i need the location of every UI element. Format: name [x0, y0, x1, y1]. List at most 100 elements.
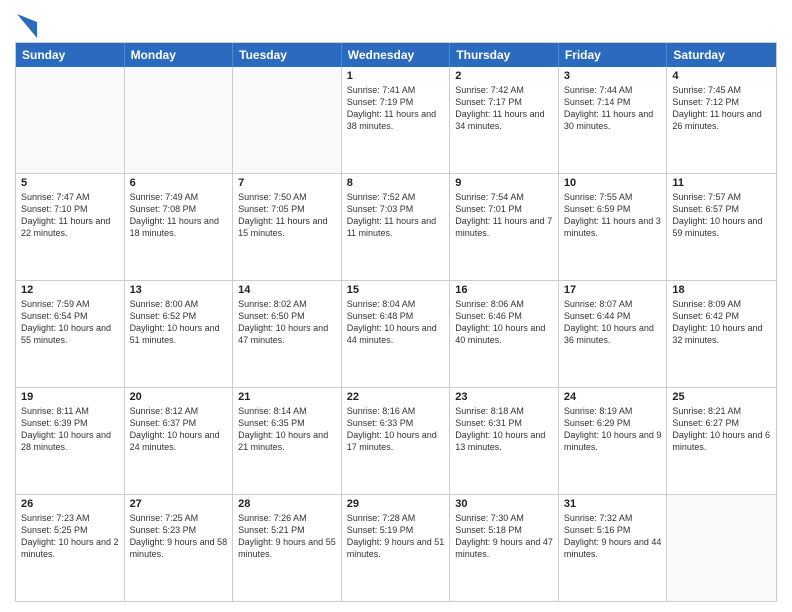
- calendar-cell: 17Sunrise: 8:07 AM Sunset: 6:44 PM Dayli…: [559, 281, 668, 387]
- calendar-cell: 29 Sunrise: 7:28 AM Sunset: 5:19 PM Dayli…: [342, 495, 451, 601]
- day-number: 29: [347, 498, 445, 510]
- header: [15, 10, 777, 36]
- day-number: 16: [455, 284, 553, 296]
- day-content: Sunrise: 7:47 AM Sunset: 7:10 PM Dayligh…: [21, 191, 119, 240]
- calendar-cell: [667, 495, 776, 601]
- calendar-cell: 14 Sunrise: 8:02 AM Sunset: 6:50 PM Dayli…: [233, 281, 342, 387]
- day-content: Sunrise: 7:28 AM Sunset: 5:19 PM Dayligh…: [347, 512, 445, 561]
- calendar-cell: 20Sunrise: 8:12 AM Sunset: 6:37 PM Dayli…: [125, 388, 234, 494]
- day-content: Sunrise: 8:14 AM Sunset: 6:35 PM Dayligh…: [238, 405, 336, 454]
- calendar-header: Sunday Monday Tuesday Wednesday Thursday…: [16, 43, 776, 67]
- day-number: 7: [238, 177, 336, 189]
- day-content: Sunrise: 7:59 AM Sunset: 6:54 PM Dayligh…: [21, 298, 119, 347]
- day-number: 1: [347, 70, 445, 82]
- calendar-cell: 28 Sunrise: 7:26 AM Sunset: 5:21 PM Dayli…: [233, 495, 342, 601]
- calendar: Sunday Monday Tuesday Wednesday Thursday…: [15, 42, 777, 602]
- calendar-cell: 13 Sunrise: 8:00 AM Sunset: 6:52 PM Dayli…: [125, 281, 234, 387]
- day-content: Sunrise: 8:04 AM Sunset: 6:48 PM Dayligh…: [347, 298, 445, 347]
- day-content: Sunrise: 8:21 AM Sunset: 6:27 PM Dayligh…: [672, 405, 771, 454]
- day-number: 21: [238, 391, 336, 403]
- day-content: Sunrise: 7:23 AM Sunset: 5:25 PM Dayligh…: [21, 512, 119, 561]
- calendar-cell: 25 Sunrise: 8:21 AM Sunset: 6:27 PM Dayli…: [667, 388, 776, 494]
- day-number: 10: [564, 177, 662, 189]
- calendar-cell: [16, 67, 125, 173]
- header-tuesday: Tuesday: [233, 43, 342, 67]
- calendar-cell: 8 Sunrise: 7:52 AM Sunset: 7:03 PM Daylig…: [342, 174, 451, 280]
- calendar-cell: 22Sunrise: 8:16 AM Sunset: 6:33 PM Dayli…: [342, 388, 451, 494]
- day-number: 28: [238, 498, 336, 510]
- calendar-body: 1 Sunrise: 7:41 AM Sunset: 7:19 PM Daylig…: [16, 67, 776, 601]
- day-content: Sunrise: 8:06 AM Sunset: 6:46 PM Dayligh…: [455, 298, 553, 347]
- page: Sunday Monday Tuesday Wednesday Thursday…: [0, 0, 792, 612]
- day-number: 19: [21, 391, 119, 403]
- calendar-cell: 9 Sunrise: 7:54 AM Sunset: 7:01 PM Daylig…: [450, 174, 559, 280]
- calendar-cell: 2 Sunrise: 7:42 AM Sunset: 7:17 PM Daylig…: [450, 67, 559, 173]
- day-number: 14: [238, 284, 336, 296]
- day-content: Sunrise: 7:44 AM Sunset: 7:14 PM Dayligh…: [564, 84, 662, 133]
- calendar-week-4: 26 Sunrise: 7:23 AM Sunset: 5:25 PM Dayli…: [16, 494, 776, 601]
- calendar-cell: [125, 67, 234, 173]
- day-number: 11: [672, 177, 771, 189]
- day-content: Sunrise: 7:49 AM Sunset: 7:08 PM Dayligh…: [130, 191, 228, 240]
- calendar-cell: 21 Sunrise: 8:14 AM Sunset: 6:35 PM Dayli…: [233, 388, 342, 494]
- calendar-cell: 30Sunrise: 7:30 AM Sunset: 5:18 PM Dayli…: [450, 495, 559, 601]
- day-number: 26: [21, 498, 119, 510]
- logo: [15, 14, 37, 36]
- day-content: Sunrise: 8:00 AM Sunset: 6:52 PM Dayligh…: [130, 298, 228, 347]
- calendar-cell: 26 Sunrise: 7:23 AM Sunset: 5:25 PM Dayli…: [16, 495, 125, 601]
- day-content: Sunrise: 7:25 AM Sunset: 5:23 PM Dayligh…: [130, 512, 228, 561]
- day-content: Sunrise: 8:02 AM Sunset: 6:50 PM Dayligh…: [238, 298, 336, 347]
- day-number: 2: [455, 70, 553, 82]
- calendar-cell: 4 Sunrise: 7:45 AM Sunset: 7:12 PM Daylig…: [667, 67, 776, 173]
- header-sunday: Sunday: [16, 43, 125, 67]
- header-wednesday: Wednesday: [342, 43, 451, 67]
- day-content: Sunrise: 8:09 AM Sunset: 6:42 PM Dayligh…: [672, 298, 771, 347]
- header-saturday: Saturday: [667, 43, 776, 67]
- day-number: 24: [564, 391, 662, 403]
- day-content: Sunrise: 7:45 AM Sunset: 7:12 PM Dayligh…: [672, 84, 771, 133]
- day-number: 9: [455, 177, 553, 189]
- calendar-cell: 24Sunrise: 8:19 AM Sunset: 6:29 PM Dayli…: [559, 388, 668, 494]
- header-monday: Monday: [125, 43, 234, 67]
- day-content: Sunrise: 7:55 AM Sunset: 6:59 PM Dayligh…: [564, 191, 662, 240]
- header-thursday: Thursday: [450, 43, 559, 67]
- calendar-cell: 3 Sunrise: 7:44 AM Sunset: 7:14 PM Daylig…: [559, 67, 668, 173]
- day-content: Sunrise: 7:52 AM Sunset: 7:03 PM Dayligh…: [347, 191, 445, 240]
- day-number: 18: [672, 284, 771, 296]
- day-content: Sunrise: 7:54 AM Sunset: 7:01 PM Dayligh…: [455, 191, 553, 240]
- day-number: 30: [455, 498, 553, 510]
- day-content: Sunrise: 7:26 AM Sunset: 5:21 PM Dayligh…: [238, 512, 336, 561]
- calendar-cell: 23 Sunrise: 8:18 AM Sunset: 6:31 PM Dayli…: [450, 388, 559, 494]
- calendar-cell: 5Sunrise: 7:47 AM Sunset: 7:10 PM Daylig…: [16, 174, 125, 280]
- day-number: 6: [130, 177, 228, 189]
- day-number: 22: [347, 391, 445, 403]
- day-number: 23: [455, 391, 553, 403]
- day-number: 17: [564, 284, 662, 296]
- calendar-cell: 6 Sunrise: 7:49 AM Sunset: 7:08 PM Daylig…: [125, 174, 234, 280]
- calendar-cell: 31 Sunrise: 7:32 AM Sunset: 5:16 PM Dayli…: [559, 495, 668, 601]
- calendar-cell: 19Sunrise: 8:11 AM Sunset: 6:39 PM Dayli…: [16, 388, 125, 494]
- day-number: 25: [672, 391, 771, 403]
- day-number: 13: [130, 284, 228, 296]
- calendar-cell: 27 Sunrise: 7:25 AM Sunset: 5:23 PM Dayli…: [125, 495, 234, 601]
- day-number: 4: [672, 70, 771, 82]
- day-number: 31: [564, 498, 662, 510]
- calendar-cell: 11Sunrise: 7:57 AM Sunset: 6:57 PM Dayli…: [667, 174, 776, 280]
- day-number: 3: [564, 70, 662, 82]
- day-number: 15: [347, 284, 445, 296]
- header-friday: Friday: [559, 43, 668, 67]
- calendar-cell: [233, 67, 342, 173]
- logo-icon: [17, 14, 37, 38]
- day-content: Sunrise: 7:41 AM Sunset: 7:19 PM Dayligh…: [347, 84, 445, 133]
- day-number: 12: [21, 284, 119, 296]
- day-number: 20: [130, 391, 228, 403]
- day-content: Sunrise: 7:50 AM Sunset: 7:05 PM Dayligh…: [238, 191, 336, 240]
- day-content: Sunrise: 7:32 AM Sunset: 5:16 PM Dayligh…: [564, 512, 662, 561]
- calendar-week-2: 12 Sunrise: 7:59 AM Sunset: 6:54 PM Dayli…: [16, 280, 776, 387]
- day-number: 8: [347, 177, 445, 189]
- calendar-week-1: 5Sunrise: 7:47 AM Sunset: 7:10 PM Daylig…: [16, 173, 776, 280]
- day-content: Sunrise: 7:42 AM Sunset: 7:17 PM Dayligh…: [455, 84, 553, 133]
- day-number: 27: [130, 498, 228, 510]
- day-content: Sunrise: 8:18 AM Sunset: 6:31 PM Dayligh…: [455, 405, 553, 454]
- calendar-cell: 18 Sunrise: 8:09 AM Sunset: 6:42 PM Dayli…: [667, 281, 776, 387]
